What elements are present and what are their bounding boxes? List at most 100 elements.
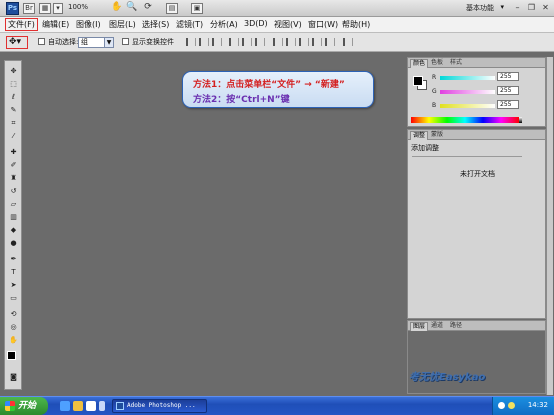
tab-styles[interactable]: 样式 — [448, 59, 464, 68]
start-button[interactable]: 开始 — [0, 397, 48, 415]
lasso-tool-icon[interactable]: ℓ — [7, 93, 20, 102]
3d-orbit-icon[interactable]: ◎ — [7, 323, 20, 332]
menu-edit[interactable]: 编辑(E) — [42, 19, 69, 30]
distribute-left-icon[interactable] — [312, 38, 322, 46]
auto-select-dropdown[interactable]: 组 ▼ — [78, 37, 114, 48]
channel-r-label: R — [432, 74, 437, 81]
align-hcenter-icon[interactable] — [242, 38, 252, 46]
auto-align-icon[interactable] — [343, 38, 353, 46]
minimize-icon[interactable]: – — [511, 2, 524, 14]
color-panel-tabs: 颜色 色板 样式 — [408, 58, 545, 68]
eyedropper-tool-icon[interactable]: ⁄ — [7, 132, 20, 141]
rotate-view-icon[interactable]: ⟳ — [142, 3, 154, 14]
view-extras-icon[interactable]: ▦ — [39, 3, 51, 14]
channel-r-slider[interactable] — [440, 76, 495, 80]
align-left-icon[interactable] — [229, 38, 239, 46]
quick-launch-expand-icon[interactable] — [99, 401, 105, 411]
menu-image[interactable]: 图像(I) — [76, 19, 101, 30]
chevron-down-icon[interactable]: ▾ — [500, 3, 504, 11]
marquee-tool-icon[interactable]: ⬚ — [7, 80, 20, 89]
menu-window[interactable]: 窗口(W) — [308, 19, 338, 30]
zoom-tool-icon[interactable]: 🔍 — [126, 3, 138, 14]
move-tool-preset-icon[interactable]: ✥▾ — [6, 36, 28, 49]
menu-filter[interactable]: 滤镜(T) — [176, 19, 203, 30]
arrange-documents-icon[interactable]: ▤ — [166, 3, 178, 14]
pen-tool-icon[interactable]: ✒ — [7, 255, 20, 264]
color-spectrum-bar[interactable] — [411, 117, 519, 123]
word-icon[interactable] — [86, 401, 96, 411]
black-white-ramp[interactable] — [519, 117, 522, 123]
zoom-level[interactable]: 100% — [68, 3, 88, 11]
instruction-callout: 方法1：点击菜单栏“文件” → “新建” 方法2：按“Ctrl+N”键 — [182, 71, 374, 108]
workspace-switcher[interactable]: 基本功能 — [466, 3, 494, 13]
menu-help[interactable]: 帮助(H) — [342, 19, 370, 30]
brush-tool-icon[interactable]: ✐ — [7, 161, 20, 170]
hand-tool-icon[interactable]: ✋ — [111, 3, 123, 14]
tab-paths[interactable]: 路径 — [448, 322, 464, 331]
healing-brush-icon[interactable]: ✚ — [7, 148, 20, 157]
menu-layer[interactable]: 图层(L) — [109, 19, 136, 30]
distribute-vcenter-icon[interactable] — [286, 38, 296, 46]
channel-b-slider[interactable] — [440, 104, 495, 108]
channel-b-value[interactable]: 255 — [497, 100, 519, 109]
channel-g-slider[interactable] — [440, 90, 495, 94]
screen-mode-icon[interactable]: ▣ — [191, 3, 203, 14]
network-icon[interactable] — [508, 402, 515, 409]
folder-icon[interactable] — [73, 401, 83, 411]
tab-channels[interactable]: 通道 — [429, 322, 445, 331]
menu-select[interactable]: 选择(S) — [142, 19, 169, 30]
menu-3d[interactable]: 3D(D) — [244, 19, 268, 28]
3d-rotate-icon[interactable]: ⟲ — [7, 310, 20, 319]
align-vcenter-icon[interactable] — [199, 38, 209, 46]
shape-tool-icon[interactable]: ▭ — [7, 294, 20, 303]
menu-view[interactable]: 视图(V) — [274, 19, 302, 30]
gradient-tool-icon[interactable]: ▥ — [7, 213, 20, 222]
taskbar-photoshop-button[interactable]: Adobe Photoshop ... — [112, 399, 207, 413]
distribute-hcenter-icon[interactable] — [325, 38, 335, 46]
distribute-bottom-icon[interactable] — [299, 38, 309, 46]
options-bar: ✥▾ 自动选择: 组 ▼ 显示变换控件 — [0, 33, 554, 52]
tab-adjustments[interactable]: 调整 — [410, 131, 429, 140]
type-tool-icon[interactable]: T — [7, 268, 20, 277]
tab-masks[interactable]: 蒙版 — [429, 131, 445, 140]
auto-select-checkbox[interactable] — [38, 38, 45, 45]
move-tool-icon[interactable]: ✥ — [7, 67, 20, 76]
quick-mask-icon[interactable]: ◙ — [7, 373, 20, 382]
volume-icon[interactable] — [498, 402, 505, 409]
color-panel: 颜色 色板 样式 R 255 G 255 B 255 — [407, 57, 546, 127]
zoom-dropdown-icon[interactable]: ▾ — [53, 3, 63, 14]
eraser-tool-icon[interactable]: ▱ — [7, 200, 20, 209]
align-top-icon[interactable] — [186, 38, 196, 46]
chevron-down-icon: ▼ — [104, 38, 113, 47]
foreground-color-swatch[interactable] — [413, 76, 423, 86]
blur-tool-icon[interactable]: ◆ — [7, 226, 20, 235]
channel-g-value[interactable]: 255 — [497, 86, 519, 95]
history-brush-icon[interactable]: ↺ — [7, 187, 20, 196]
distribute-top-icon[interactable] — [273, 38, 283, 46]
foreground-color-swatch[interactable] — [7, 351, 16, 360]
clone-stamp-icon[interactable]: ♜ — [7, 174, 20, 183]
align-bottom-icon[interactable] — [212, 38, 222, 46]
dodge-tool-icon[interactable]: ● — [7, 239, 20, 248]
menu-analysis[interactable]: 分析(A) — [210, 19, 238, 30]
tab-color[interactable]: 颜色 — [410, 59, 429, 68]
menu-file[interactable]: 文件(F) — [5, 18, 38, 31]
close-icon[interactable]: ✕ — [539, 2, 552, 14]
quick-select-tool-icon[interactable]: ✎ — [7, 106, 20, 115]
panel-dock-strip[interactable] — [546, 57, 553, 395]
show-transform-checkbox[interactable] — [122, 38, 129, 45]
ie-icon[interactable] — [60, 401, 70, 411]
channel-r-value[interactable]: 255 — [497, 72, 519, 81]
restore-icon[interactable]: ❐ — [525, 2, 538, 14]
no-document-message: 未打开文档 — [460, 170, 495, 178]
tab-layers[interactable]: 图层 — [410, 322, 429, 331]
layers-panel-tabs: 图层 通道 路径 — [408, 321, 545, 331]
bridge-icon[interactable]: Br — [23, 3, 35, 14]
align-right-icon[interactable] — [255, 38, 265, 46]
crop-tool-icon[interactable]: ⌗ — [7, 119, 20, 128]
path-select-icon[interactable]: ➤ — [7, 281, 20, 290]
hand-tool-icon[interactable]: ✋ — [7, 336, 20, 345]
add-adjustment-title: 添加调整 — [411, 144, 439, 152]
clock[interactable]: 14:32 — [528, 401, 548, 409]
tab-swatches[interactable]: 色板 — [429, 59, 445, 68]
